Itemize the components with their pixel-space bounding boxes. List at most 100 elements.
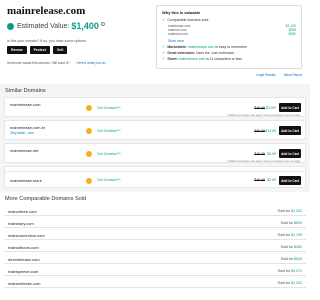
similar-domain-card: mainrelease.com.br Only taken: .com Get …	[4, 120, 306, 140]
report-links: Legal Results Value Report	[256, 73, 302, 77]
sold-amount: $1,200	[291, 209, 302, 213]
sold-row[interactable]: mainurltours.com Sold for $360	[4, 242, 306, 252]
estimate-label: Estimated Value:	[17, 22, 70, 30]
similar-domain-name[interactable]: mainrelease.com	[10, 102, 40, 107]
why-valuable-panel: Why this is valuable ✓ Comparable domain…	[156, 5, 302, 69]
domain-summary: mainrelease.com Estimated Value: $1,400 …	[7, 5, 147, 65]
short-text: is 11 characters or less	[206, 56, 243, 61]
old-price: $16.99	[254, 151, 265, 156]
legal-results-link[interactable]: Legal Results	[256, 73, 275, 77]
sold-label: Sold for	[280, 245, 293, 249]
top-section: mainrelease.com Estimated Value: $1,400 …	[0, 0, 310, 94]
check-icon: ✓	[162, 43, 166, 49]
sold-label: Sold for	[280, 257, 293, 261]
price-note: *Additional charges may apply. Some prom…	[227, 114, 301, 117]
sold-row[interactable]: mainurltree.com Sold for $1,200	[4, 206, 306, 216]
old-price: $49.99	[254, 105, 265, 110]
comparable-price: $350	[288, 32, 296, 37]
govalue-icon	[86, 177, 92, 184]
price-note: *Additional charges may apply. Some prom…	[227, 160, 301, 163]
govalue-icon	[86, 128, 92, 134]
similar-domain-card: mainrelease.com Get GoValue™ $49.99 $9.9…	[4, 97, 306, 117]
renew-button[interactable]: Renew	[7, 46, 27, 54]
similar-domain-name[interactable]: mainrelease.store	[10, 178, 42, 183]
value-report-link[interactable]: Value Report	[284, 73, 302, 77]
interest-note: Someone wants this domain. Still want it…	[7, 61, 147, 65]
marketable-text: is easy to remember	[215, 44, 248, 49]
info-icon[interactable]	[100, 21, 105, 26]
comparable-label: Comparable domains sold:	[167, 18, 209, 22]
sold-price: Sold for $1,200	[278, 209, 302, 213]
sold-domain-name: mainurltree.com	[8, 209, 37, 214]
sold-domain-name: directrelease.com	[8, 257, 40, 262]
add-to-cart-button[interactable]: Add to Cart	[279, 103, 301, 112]
add-to-cart-button[interactable]: Add to Cart	[279, 126, 301, 135]
sell-button[interactable]: Sell	[52, 46, 68, 54]
sold-price: Sold for $1,199	[278, 233, 302, 237]
sold-domain-name: mainsrelease.com	[8, 281, 41, 286]
old-price: $99.99	[254, 128, 265, 133]
check-icon: ✓	[162, 49, 166, 55]
govalue-icon	[86, 105, 92, 111]
similar-domain-name[interactable]: mainrelease.net	[10, 148, 38, 153]
short-domain: mainrelease.com	[178, 56, 206, 61]
interest-text: Someone wants this domain. Still want it…	[7, 61, 70, 65]
sold-amount: $899	[294, 221, 302, 225]
check-icon: ✓	[162, 17, 166, 22]
similar-domain-sub[interactable]: Only taken: .com	[10, 131, 34, 135]
similar-domain-card: mainrelease.net Get GoValue™ $16.99 $6.9…	[4, 143, 306, 163]
sold-label: Sold for	[277, 281, 290, 285]
govalue-link[interactable]: Get GoValue™	[97, 106, 120, 110]
sold-label: Sold for	[277, 233, 290, 237]
sold-price: Sold for $1,200	[278, 281, 302, 285]
govalue-link[interactable]: Get GoValue™	[97, 129, 120, 133]
estimate-row: Estimated Value: $1,400	[7, 21, 147, 31]
show-more-link[interactable]: Show more	[168, 39, 296, 43]
sold-row[interactable]: mainspeeze.com Sold for $4,972	[4, 266, 306, 276]
extension-text: Uses the .com extension	[195, 50, 235, 55]
sold-row[interactable]: mainsrelease.com Sold for $1,200	[4, 278, 306, 288]
interest-link[interactable]: Here's what you do	[77, 61, 106, 65]
sale-price: $2.99	[267, 178, 276, 182]
sold-row[interactable]: mainconnection.com Sold for $1,199	[4, 230, 306, 240]
add-to-cart-button[interactable]: Add to Cart	[279, 149, 301, 158]
price-tag-icon	[7, 22, 14, 30]
sold-price: Sold for $4,972	[278, 269, 302, 273]
sold-amount: $360	[294, 245, 302, 249]
protect-button[interactable]: Protect	[29, 46, 50, 54]
estimate-value: $1,400	[71, 21, 99, 31]
govalue-link[interactable]: Get GoValue™	[97, 178, 120, 182]
add-to-cart-button[interactable]: Add to Cart	[279, 176, 301, 185]
why-item-comparable: ✓ Comparable domains sold:	[162, 17, 296, 23]
domain-title: mainrelease.com	[7, 5, 86, 17]
why-title: Why this is valuable	[162, 10, 201, 15]
extension-label: Great extension:	[167, 50, 195, 55]
similar-domains-title: Similar Domains	[5, 88, 46, 94]
govalue-link[interactable]: Get GoValue™	[97, 152, 120, 156]
sale-price: $6.99	[267, 151, 276, 156]
sold-domain-name: mainstory.com	[8, 221, 34, 226]
sold-label: Sold for	[277, 269, 290, 273]
why-item-extension: ✓ Great extension: Uses the .com extensi…	[162, 49, 296, 55]
comparable-sold-title: More Comparable Domains Sold	[5, 196, 87, 202]
short-label: Short:	[167, 56, 178, 61]
sale-price: $9.99*	[265, 105, 276, 110]
govalue-icon	[86, 151, 92, 157]
check-icon: ✓	[162, 55, 166, 61]
sold-price: Sold for $360	[281, 245, 302, 249]
sold-row[interactable]: directrelease.com Sold for $649	[4, 254, 306, 264]
why-item-marketable: ✓ Marketable: mainrelease.com is easy to…	[162, 43, 296, 49]
comparable-row[interactable]: mainrest.com $350	[168, 32, 296, 36]
owner-options: Renew Protect Sell	[7, 46, 147, 54]
sold-amount: $1,199	[291, 233, 302, 237]
sold-label: Sold for	[280, 221, 293, 225]
sold-amount: $4,972	[291, 269, 302, 273]
marketable-label: Marketable:	[167, 44, 187, 49]
old-price: $49.99	[254, 178, 265, 182]
comparable-name: mainrest.com	[168, 32, 188, 37]
sold-amount: $649	[294, 257, 302, 261]
sold-row[interactable]: mainstory.com Sold for $899	[4, 218, 306, 228]
similar-domain-name[interactable]: mainrelease.com.br	[10, 125, 45, 130]
sold-domain-name: mainconnection.com	[8, 233, 45, 238]
sold-label: Sold for	[277, 209, 290, 213]
